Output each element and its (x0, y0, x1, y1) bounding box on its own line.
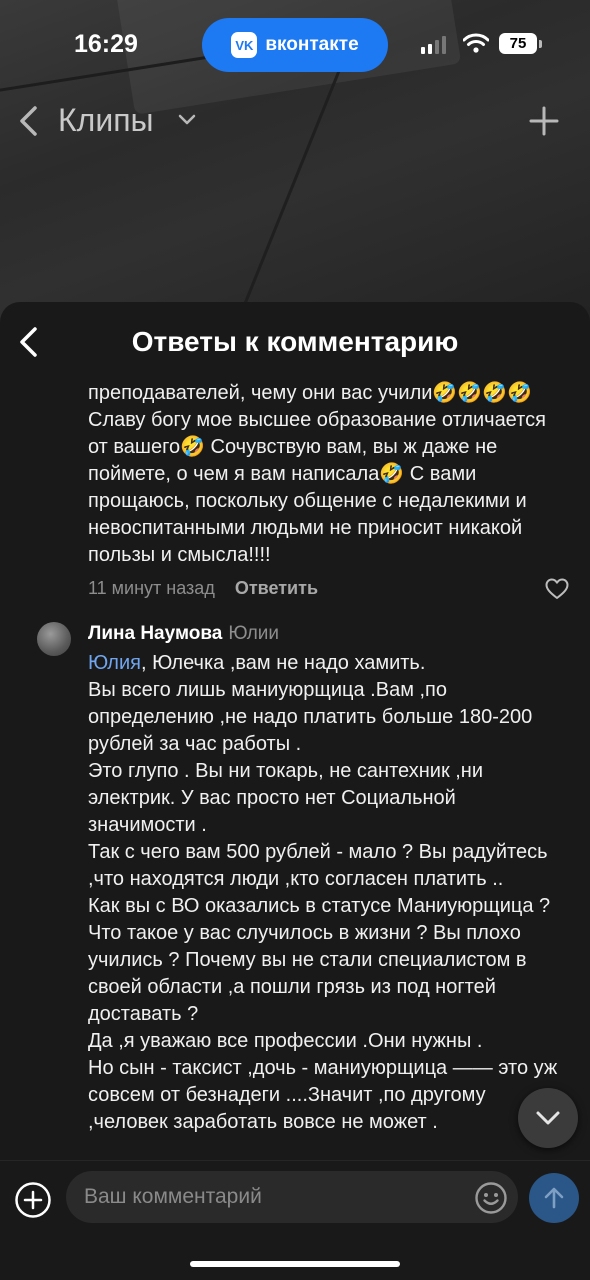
plus-icon[interactable] (528, 105, 560, 137)
vk-logo-icon: VK (231, 32, 258, 58)
status-time: 16:29 (74, 30, 138, 58)
vk-app-pill[interactable]: VK вконтакте (202, 18, 388, 72)
comment-text: Юлия, Юлечка ,вам не надо хамить. Вы все… (88, 650, 568, 1136)
home-indicator (190, 1261, 400, 1267)
reply-to-name[interactable]: Юлии (228, 623, 279, 644)
cellular-signal-icon (421, 36, 446, 54)
mention-link[interactable]: Юлия (88, 652, 141, 674)
chevron-down-icon[interactable] (178, 114, 196, 126)
heart-icon[interactable] (545, 578, 569, 600)
wifi-icon (463, 33, 489, 53)
comment-time: 11 минут назад (88, 578, 215, 598)
replies-sheet: Ответы к комментарию преподавателей, чем… (0, 302, 590, 1280)
comment-body: , Юлечка ,вам не надо хамить. Вы всего л… (88, 652, 558, 1133)
chevron-down-icon (536, 1111, 560, 1125)
smiley-icon[interactable] (474, 1181, 508, 1215)
arrow-up-icon (544, 1187, 564, 1209)
comment-author[interactable]: Лина Наумова (88, 623, 222, 644)
reply-button[interactable]: Ответить (235, 578, 318, 599)
battery-icon: 75 (499, 33, 537, 54)
sheet-title: Ответы к комментарию (131, 326, 459, 357)
scroll-down-button[interactable] (518, 1088, 578, 1148)
send-button[interactable] (529, 1173, 579, 1223)
comment-composer: Ваш комментарий (0, 1160, 590, 1280)
comment-input[interactable]: Ваш комментарий (66, 1171, 518, 1223)
vk-app-name: вконтакте (265, 34, 359, 55)
plus-circle-icon[interactable] (14, 1181, 52, 1219)
battery-tip (539, 40, 542, 48)
clips-title[interactable]: Клипы (58, 102, 154, 139)
comment-meta: 11 минут назад Ответить (88, 578, 318, 599)
comment-text: преподавателей, чему они вас учили🤣🤣🤣🤣 С… (88, 382, 546, 566)
comment-author-line: Лина Наумова Юлии (88, 623, 279, 645)
comment-input-placeholder: Ваш комментарий (84, 1185, 262, 1208)
chevron-left-icon[interactable] (16, 104, 40, 138)
avatar[interactable] (37, 622, 71, 656)
